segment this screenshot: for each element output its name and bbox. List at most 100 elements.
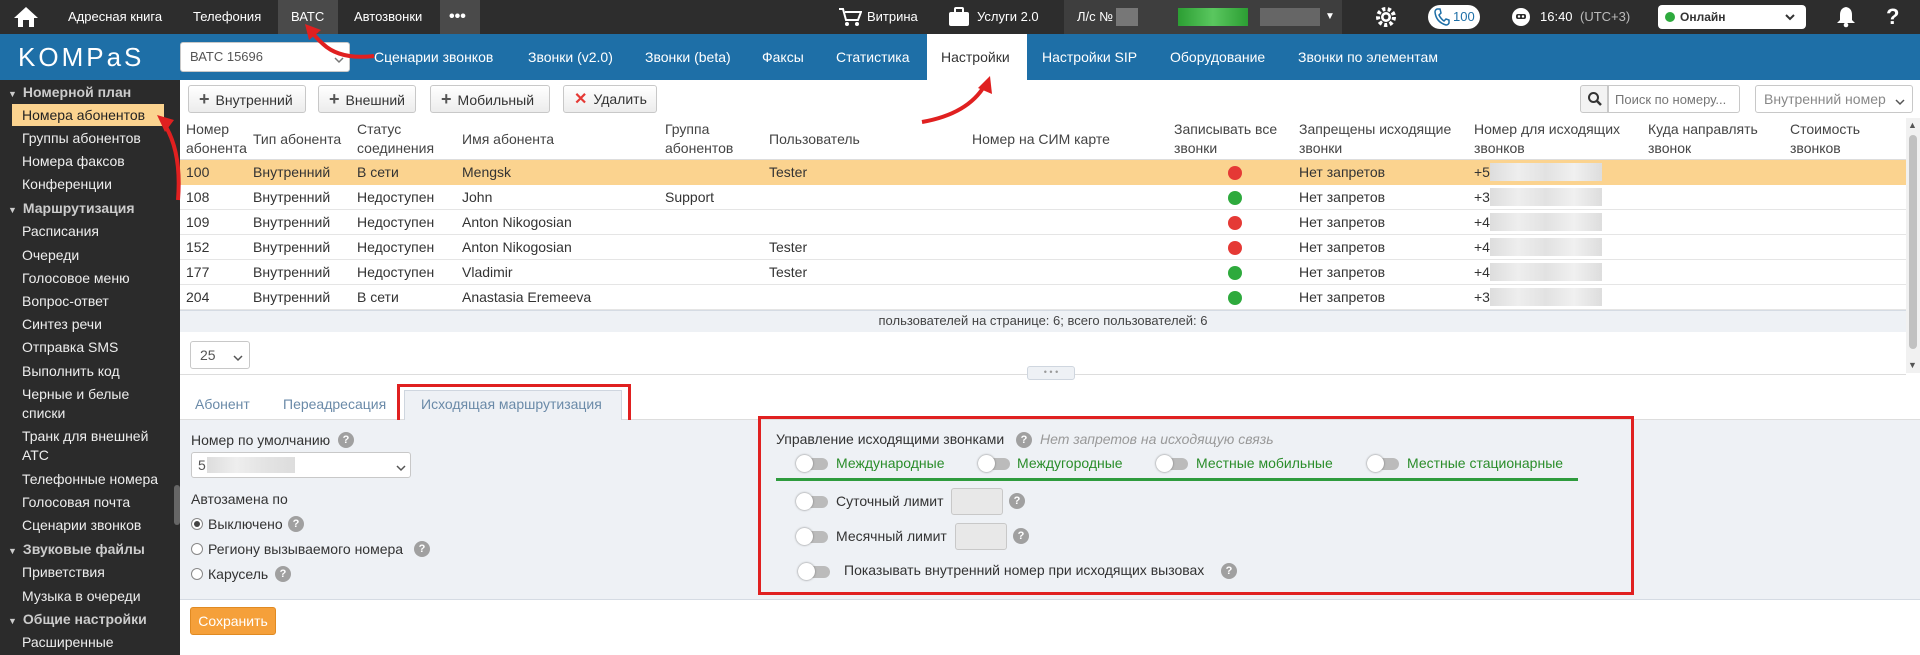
tab-subscriber[interactable]: Абонент [195, 396, 250, 412]
sidebar-item-speech-synthesis[interactable]: Синтез речи [22, 315, 102, 334]
radio-carousel[interactable] [191, 568, 203, 580]
col-header-outgoing[interactable]: Номер для исходящих звонков [1474, 120, 1634, 158]
tab-call-scenarios[interactable]: Сценарии звонков [374, 34, 493, 80]
record-status-dot[interactable] [1228, 216, 1242, 230]
more-menu-icon[interactable]: ••• [449, 0, 466, 34]
record-status-dot[interactable] [1228, 191, 1242, 205]
sidebar-item-black-white-lists[interactable]: Черные и белые списки [22, 385, 142, 423]
sidebar-item-conferences[interactable]: Конференции [22, 175, 112, 194]
tab-forwarding[interactable]: Переадресация [283, 396, 386, 412]
col-header-name[interactable]: Имя абонента [462, 130, 554, 149]
sidebar-item-queue-music[interactable]: Музыка в очереди [22, 587, 141, 606]
table-row[interactable] [180, 285, 1906, 310]
sidebar-item-queues[interactable]: Очереди [22, 246, 79, 265]
tab-settings[interactable]: Настройки [941, 34, 1010, 80]
operator-icon[interactable] [1510, 6, 1532, 28]
help-icon[interactable]: ? [338, 432, 354, 448]
save-button[interactable]: Сохранить [190, 607, 276, 635]
sidebar-item-voicemail[interactable]: Голосовая почта [22, 493, 130, 512]
delete-button[interactable]: ✕ Удалить [563, 85, 657, 113]
topnav-vats[interactable]: ВАТС [291, 0, 324, 34]
vats-search-chevron-down-icon[interactable] [334, 52, 344, 64]
cell-status: Недоступен [357, 214, 435, 230]
record-status-dot[interactable] [1228, 291, 1242, 305]
scrollbar-thumb[interactable] [1909, 135, 1917, 349]
topnav-address-book[interactable]: Адресная книга [68, 0, 162, 34]
panel-splitter-handle[interactable]: • • • [1027, 366, 1075, 380]
radio-off-label[interactable]: Выключено [208, 516, 283, 532]
record-status-dot[interactable] [1228, 166, 1242, 180]
table-row[interactable] [180, 185, 1906, 210]
sidebar-item-send-sms[interactable]: Отправка SMS [22, 338, 118, 357]
settings-icon[interactable] [1374, 5, 1398, 29]
cell-restricted: Нет запретов [1299, 164, 1386, 180]
tab-equipment[interactable]: Оборудование [1170, 34, 1265, 80]
col-header-record[interactable]: Записывать все звонки [1174, 120, 1289, 158]
col-header-group[interactable]: Группа абонентов [665, 120, 745, 158]
radio-region[interactable] [191, 543, 203, 555]
help-icon[interactable]: ? [275, 566, 291, 582]
sidebar-section-general[interactable]: ▼ Общие настройки [8, 610, 147, 631]
home-icon[interactable] [12, 5, 40, 29]
topnav-autocalls[interactable]: Автозвонки [354, 0, 422, 34]
record-status-dot[interactable] [1228, 241, 1242, 255]
col-header-redirect[interactable]: Куда направлять звонок [1648, 120, 1778, 158]
help-icon[interactable]: ? [288, 516, 304, 532]
col-header-sim[interactable]: Номер на СИМ карте [972, 130, 1110, 149]
tab-calls-v2[interactable]: Звонки (v2.0) [528, 34, 613, 80]
sidebar-section-numbering[interactable]: ▼ Номерной план [8, 83, 131, 104]
radio-carousel-label[interactable]: Карусель [208, 566, 268, 582]
cell-number: 100 [186, 164, 210, 180]
topnav-telephony[interactable]: Телефония [193, 0, 261, 34]
sidebar-item-subscriber-groups[interactable]: Группы абонентов [22, 129, 141, 148]
sidebar-section-sound-files[interactable]: ▼ Звуковые файлы [8, 540, 145, 561]
search-number-input[interactable] [1608, 85, 1740, 113]
scroll-down-icon[interactable]: ▼ [1908, 360, 1917, 370]
help-icon[interactable]: ? [414, 541, 430, 557]
col-header-number[interactable]: Номер абонента [186, 120, 254, 158]
services-link[interactable]: Услуги 2.0 [977, 0, 1039, 34]
add-external-button[interactable]: + Внешний [318, 85, 416, 113]
col-header-status[interactable]: Статус соединения [357, 120, 452, 158]
sidebar-item-phone-numbers[interactable]: Телефонные номера [22, 470, 158, 489]
add-internal-button[interactable]: + Внутренний [188, 85, 306, 113]
tab-statistics[interactable]: Статистика [836, 34, 910, 80]
logo[interactable]: KOMPaS [18, 42, 144, 72]
sidebar-item-voice-menu[interactable]: Голосовое меню [22, 269, 130, 288]
sidebar-item-greetings[interactable]: Приветствия [22, 563, 105, 582]
tab-sip-settings[interactable]: Настройки SIP [1042, 34, 1137, 80]
tab-calls-beta[interactable]: Звонки (beta) [645, 34, 731, 80]
col-header-type[interactable]: Тип абонента [253, 130, 341, 149]
table-row[interactable] [180, 260, 1906, 285]
sidebar-item-qa[interactable]: Вопрос-ответ [22, 292, 109, 311]
sidebar-item-subscriber-numbers[interactable]: Номера абонентов [22, 106, 145, 125]
col-header-cost[interactable]: Стоимость звонков [1790, 120, 1890, 158]
bell-icon[interactable] [1836, 6, 1856, 28]
radio-off[interactable] [191, 518, 203, 530]
account-dropdown-icon[interactable]: ▼ [1325, 0, 1335, 34]
record-status-dot[interactable] [1228, 266, 1242, 280]
table-row[interactable] [180, 235, 1906, 260]
sidebar-section-label: Общие настройки [22, 611, 147, 627]
sidebar-item-external-trunk[interactable]: Транк для внешней АТС [22, 427, 162, 465]
sidebar-item-schedules[interactable]: Расписания [22, 222, 99, 241]
add-mobile-button[interactable]: + Мобильный [430, 85, 550, 113]
clock-time: 16:40 [1540, 9, 1573, 24]
sidebar-item-fax-numbers[interactable]: Номера факсов [22, 152, 125, 171]
help-icon[interactable]: ? [1886, 0, 1899, 34]
col-header-restricted[interactable]: Запрещены исходящие звонки [1299, 120, 1469, 158]
table-row[interactable] [180, 210, 1906, 235]
scroll-up-icon[interactable]: ▲ [1908, 120, 1917, 130]
sidebar-item-call-scenarios[interactable]: Сценарии звонков [22, 516, 141, 535]
sidebar-section-routing[interactable]: ▼ Маршрутизация [8, 199, 135, 220]
tab-calls-by-elements[interactable]: Звонки по элементам [1298, 34, 1438, 80]
sidebar-item-run-code[interactable]: Выполнить код [22, 362, 120, 381]
vitrina-link[interactable]: Витрина [867, 0, 918, 34]
tab-faxes[interactable]: Факсы [762, 34, 804, 80]
cart-icon[interactable] [838, 7, 863, 27]
radio-region-label[interactable]: Региону вызываемого номера [208, 541, 403, 557]
sidebar-item-extended[interactable]: Расширенные [22, 633, 114, 652]
col-header-user[interactable]: Пользователь [769, 130, 860, 149]
services-icon[interactable] [948, 7, 970, 27]
table-row-selected[interactable] [180, 160, 1906, 185]
